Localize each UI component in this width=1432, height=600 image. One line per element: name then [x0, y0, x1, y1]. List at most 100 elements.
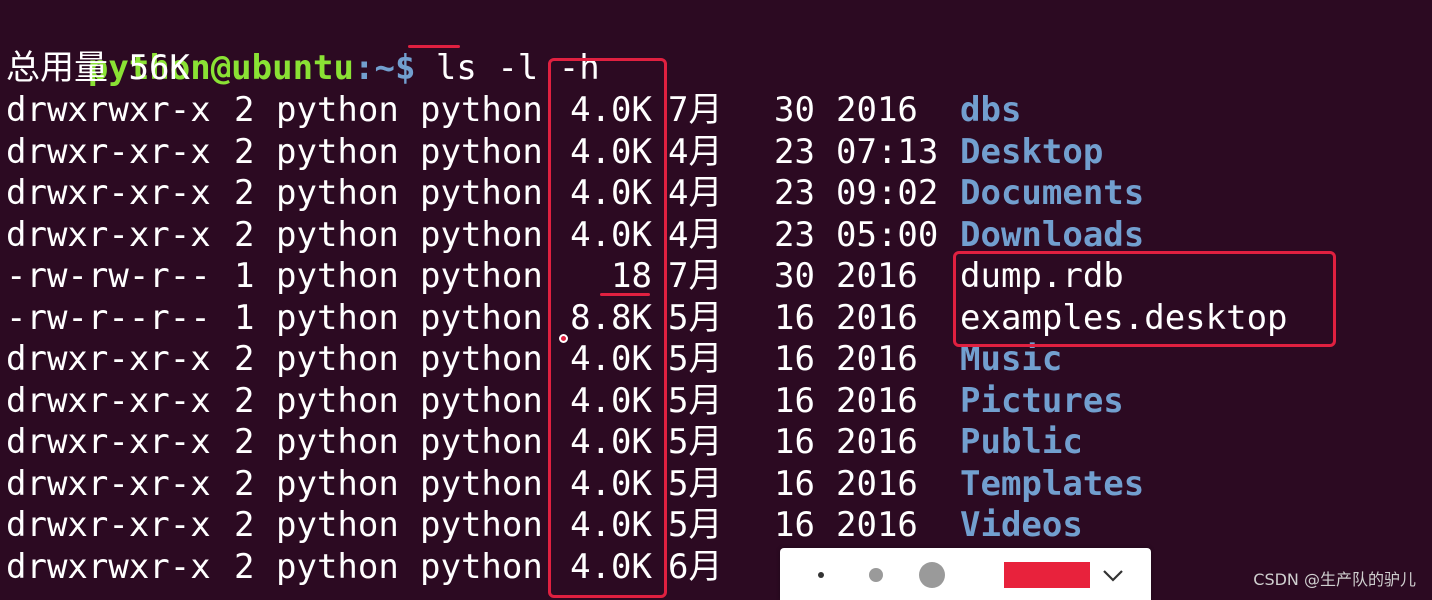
entry-name: Pictures [960, 380, 1124, 421]
entry-links: 2 [234, 505, 255, 545]
entry-links: 2 [234, 131, 255, 172]
entry-links: 2 [234, 173, 255, 213]
pen-size-small-icon[interactable] [818, 572, 824, 578]
entry-group: python [420, 546, 543, 587]
entry-time: 2016 [836, 380, 918, 421]
entry-time: 07:13 [836, 131, 939, 172]
entry-month: 4月 [668, 173, 723, 213]
entry-month: 4月 [668, 214, 723, 255]
annotation-toolbar [780, 548, 1151, 600]
entry-owner: python [276, 339, 399, 379]
entry-group: python [420, 505, 543, 545]
entry-month: 7月 [668, 256, 723, 296]
entry-owner: python [276, 463, 399, 504]
entry-owner: python [276, 546, 399, 587]
entry-day: 23 [774, 173, 815, 213]
entry-group: python [420, 173, 543, 213]
entry-owner: python [276, 90, 399, 130]
entry-time: 2016 [836, 463, 918, 504]
entry-owner: python [276, 214, 399, 255]
entry-owner: python [276, 505, 399, 545]
entry-links: 1 [234, 256, 255, 296]
entry-time: 2016 [836, 505, 918, 545]
entry-time: 2016 [836, 339, 918, 379]
entry-time: 2016 [836, 90, 918, 130]
entry-perm: drwxr-xr-x [6, 463, 211, 504]
entry-owner: python [276, 380, 399, 421]
entry-perm: drwxr-xr-x [6, 173, 211, 213]
entry-time: 2016 [836, 422, 918, 462]
command-flag-l: -l [497, 47, 539, 88]
entry-perm: drwxr-xr-x [6, 380, 211, 421]
entry-group: python [420, 214, 543, 255]
entry-perm: drwxr-xr-x [6, 422, 211, 462]
entry-day: 16 [774, 422, 815, 462]
entry-group: python [420, 422, 543, 462]
entry-links: 2 [234, 546, 255, 587]
entry-day: 16 [774, 380, 815, 421]
pen-size-large-icon[interactable] [919, 562, 945, 588]
entry-group: python [420, 90, 543, 130]
entry-perm: drwxr-xr-x [6, 131, 211, 172]
entry-links: 2 [234, 380, 255, 421]
entry-day: 30 [774, 256, 815, 296]
entry-links: 2 [234, 422, 255, 462]
entry-name: Templates [960, 463, 1145, 504]
entry-name: Documents [960, 173, 1145, 213]
size-column-highlight-box [548, 58, 667, 598]
entry-day: 16 [774, 339, 815, 379]
entry-perm: drwxrwxr-x [6, 546, 211, 587]
entry-day: 30 [774, 90, 815, 130]
entry-day: 16 [774, 297, 815, 338]
entry-perm: -rw-rw-r-- [6, 256, 211, 296]
color-swatch-button[interactable] [1004, 562, 1090, 588]
entry-perm: drwxrwxr-x [6, 90, 211, 130]
entry-owner: python [276, 256, 399, 296]
command-line: python@ubuntu:~$ ls -l -h [6, 6, 600, 88]
entry-day: 23 [774, 214, 815, 255]
underline-flag-l [408, 45, 460, 48]
pen-size-medium-icon[interactable] [869, 568, 883, 582]
entry-group: python [420, 463, 543, 504]
entry-owner: python [276, 297, 399, 338]
entry-month: 5月 [668, 505, 723, 545]
entry-month: 7月 [668, 90, 723, 130]
entry-links: 2 [234, 214, 255, 255]
entry-group: python [420, 380, 543, 421]
csdn-watermark: CSDN @生产队的驴儿 [1253, 570, 1416, 589]
entry-time: 05:00 [836, 214, 939, 255]
entry-group: python [420, 339, 543, 379]
chevron-down-icon[interactable] [1100, 562, 1126, 588]
entry-month: 5月 [668, 422, 723, 462]
entry-month: 4月 [668, 131, 723, 172]
underline-size-18 [600, 293, 650, 296]
entry-name: Desktop [960, 131, 1104, 172]
entry-time: 09:02 [836, 173, 939, 213]
files-highlight-box [953, 251, 1336, 347]
entry-group: python [420, 256, 543, 296]
entry-name: Public [960, 422, 1083, 462]
entry-group: python [420, 297, 543, 338]
entry-links: 2 [234, 463, 255, 504]
entry-month: 6月 [668, 546, 723, 587]
entry-month: 5月 [668, 463, 723, 504]
entry-links: 2 [234, 339, 255, 379]
entry-name: Videos [960, 505, 1083, 545]
entry-owner: python [276, 422, 399, 462]
entry-day: 16 [774, 505, 815, 545]
prompt-path: :~$ [354, 47, 416, 88]
pen-cursor-dot [559, 334, 568, 343]
entry-name: dbs [960, 90, 1022, 130]
entry-month: 5月 [668, 380, 723, 421]
entry-owner: python [276, 173, 399, 213]
entry-month: 5月 [668, 339, 723, 379]
entry-group: python [420, 131, 543, 172]
entry-perm: drwxr-xr-x [6, 214, 211, 255]
entry-links: 1 [234, 297, 255, 338]
entry-owner: python [276, 131, 399, 172]
entry-links: 2 [234, 90, 255, 130]
entry-perm: drwxr-xr-x [6, 505, 211, 545]
entry-time: 2016 [836, 297, 918, 338]
entry-day: 23 [774, 131, 815, 172]
terminal-window[interactable]: python@ubuntu:~$ ls -l -h 总用量 56K drwxrw… [0, 0, 1432, 600]
